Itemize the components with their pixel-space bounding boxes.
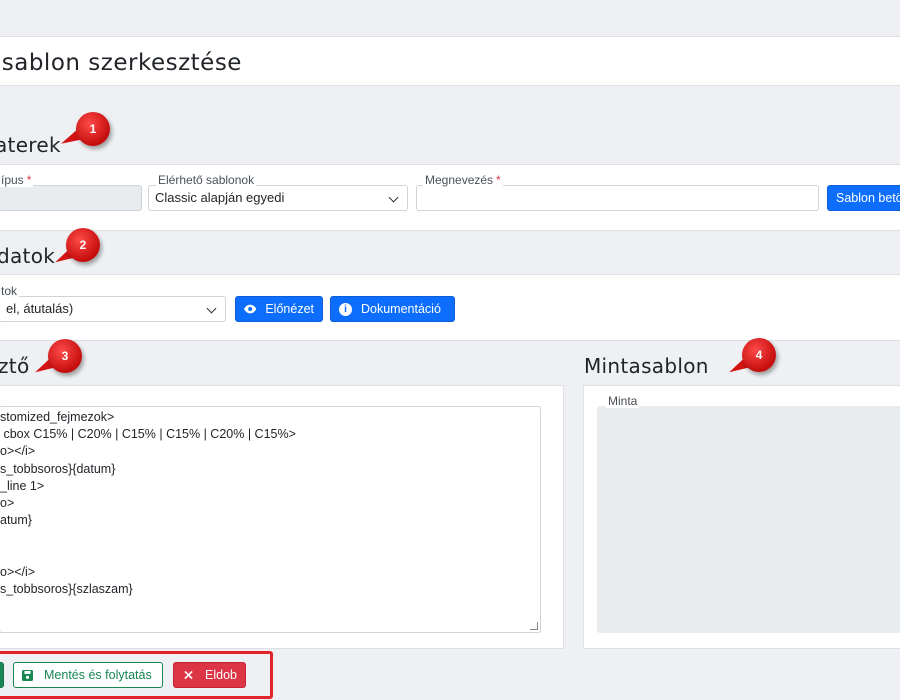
sample-panel: Minta — [583, 385, 900, 649]
sample-label: Minta — [606, 394, 640, 408]
actions-highlight-box — [0, 651, 273, 699]
data-select-label: tok — [0, 284, 20, 298]
data-panel: el, átutalás) tok Előnézet i Dokumentáci… — [0, 274, 900, 341]
preview-button-label: Előnézet — [265, 302, 314, 316]
data-select-value: el, átutalás) — [6, 301, 74, 316]
page-title: DF sablon szerkesztése — [0, 50, 242, 76]
code-line: atum} — [0, 513, 32, 528]
code-line: stomized_fejmezok> — [0, 410, 115, 424]
editor-panel: stomized_fejmezok> cbox C15% | C20% | C1… — [0, 385, 564, 649]
name-field[interactable] — [416, 185, 819, 211]
preview-button[interactable]: Előnézet — [235, 296, 323, 322]
code-line: o></i> — [0, 444, 36, 459]
load-template-button[interactable]: Sablon betö — [827, 185, 900, 211]
section-title-editor: ztő — [0, 354, 30, 378]
sample-preview-area — [597, 406, 900, 633]
section-title-data: datok — [0, 244, 56, 268]
eye-icon — [244, 304, 257, 314]
chevron-down-icon — [206, 303, 217, 314]
templates-label: Elérhető sablonok — [156, 173, 257, 187]
marker-4-badge: 4 — [742, 338, 776, 372]
code-line: cbox C15% | C20% | C15% | C15% | C20% | … — [0, 427, 296, 442]
type-field[interactable] — [0, 185, 142, 211]
chevron-down-icon — [388, 192, 399, 203]
parameters-panel: ípus * Classic alapján egyedi Elérhető sa… — [0, 164, 900, 231]
documentation-button-label: Dokumentáció — [361, 302, 441, 316]
resize-handle-icon[interactable] — [530, 622, 538, 630]
type-label: ípus * — [0, 173, 34, 187]
code-line: s_tobbsoros}{szlaszam} — [0, 581, 133, 596]
marker-3-badge: 3 — [48, 339, 82, 373]
code-line: _line 1> — [0, 478, 45, 493]
documentation-button[interactable]: i Dokumentáció — [330, 296, 455, 322]
code-line: o></i> — [0, 564, 36, 579]
marker-1-badge: 1 — [76, 112, 110, 146]
name-label: Megnevezés * — [423, 173, 503, 187]
template-code-editor[interactable]: stomized_fejmezok> cbox C15% | C20% | C1… — [0, 406, 541, 633]
templates-select[interactable]: Classic alapján egyedi — [148, 185, 408, 211]
top-bar — [0, 0, 900, 37]
marker-2-badge: 2 — [66, 228, 100, 262]
code-line: o> — [0, 495, 15, 510]
info-icon: i — [339, 302, 352, 316]
section-title-sample: Mintasablon — [584, 354, 709, 378]
section-title-parameters: aterek — [0, 133, 61, 157]
templates-select-value: Classic alapján egyedi — [155, 190, 285, 205]
code-line: s_tobbsoros}{datum} — [0, 461, 116, 476]
data-select[interactable]: el, átutalás) — [0, 296, 226, 322]
